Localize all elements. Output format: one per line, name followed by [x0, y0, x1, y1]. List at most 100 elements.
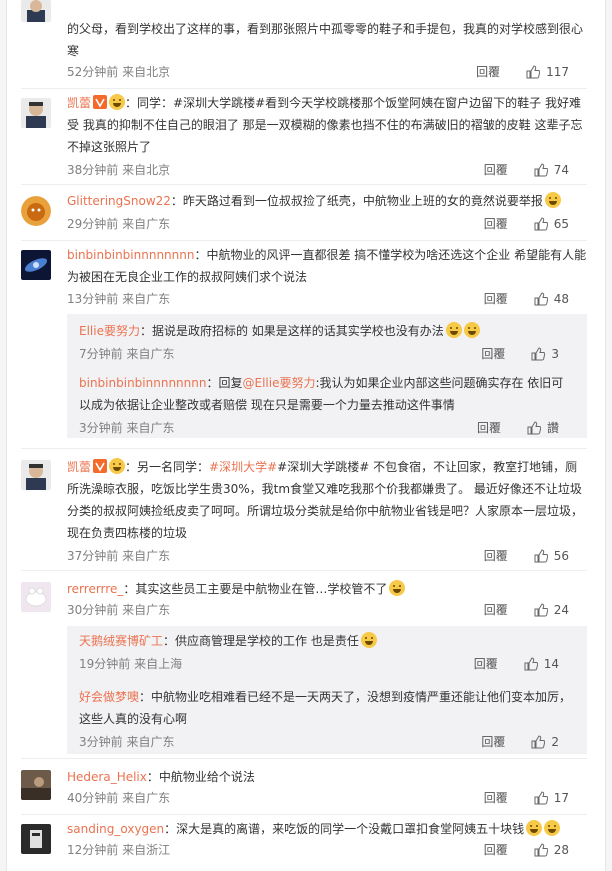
emoji-icon — [463, 322, 480, 338]
username-link[interactable]: Ellie要努力 — [79, 324, 140, 338]
comment-text: 凯蕾 ：另一名同学：#深圳大学##深圳大学跳楼# 不包食宿，不让回家，教室打地铺，… — [67, 458, 584, 540]
hashtag-link[interactable]: #深圳大学# — [209, 460, 277, 474]
username-link[interactable]: binbinbinbinnnnnnnn — [79, 376, 206, 390]
like-button[interactable]: 17 — [534, 788, 569, 808]
like-button[interactable]: 24 — [534, 600, 569, 620]
comment-meta: 52分钟前 来自北京 回覆 117 — [67, 62, 587, 82]
comment-text: 的父母，看到学校出了这样的事，看到那张照片中孤零零的鞋子和手提包，我真的对学校感… — [67, 22, 584, 58]
comment-item: 凯蕾 ：同学：#深圳大学跳楼#看到今天学校跳楼那个饭堂阿姨在窗户边留下的鞋子 我好… — [7, 88, 605, 184]
comment-time: 52分钟前 — [67, 65, 119, 79]
like-button[interactable]: 56 — [534, 546, 569, 566]
username-link[interactable]: sanding_oxygen — [67, 822, 164, 836]
thumb-up-icon — [534, 791, 548, 805]
reply-button[interactable]: 回覆 — [481, 732, 505, 752]
reply-meta: 3分钟前 来自广东 回覆 讚 — [79, 418, 573, 438]
reply-button[interactable]: 回覆 — [484, 546, 508, 566]
reply-button[interactable]: 回覆 — [484, 600, 508, 620]
comment-text: 凯蕾 ：同学：#深圳大学跳楼#看到今天学校跳楼那个饭堂阿姨在窗户边留下的鞋子 我好… — [67, 94, 583, 154]
comment-location: 来自北京 — [122, 163, 171, 177]
comment-location: 来自广东 — [122, 791, 171, 805]
comment-location: 来自广东 — [122, 603, 171, 617]
mention-link[interactable]: @Ellie要努力 — [242, 376, 315, 390]
like-button[interactable]: 28 — [534, 840, 569, 860]
reply-button[interactable]: 回覆 — [476, 62, 500, 82]
reply-location: 来自广东 — [126, 347, 175, 361]
user-avatar[interactable] — [21, 0, 51, 22]
reply-button[interactable]: 回覆 — [484, 160, 508, 180]
user-avatar[interactable] — [21, 460, 51, 490]
user-avatar[interactable] — [21, 250, 51, 280]
user-avatar[interactable] — [21, 196, 51, 226]
like-button[interactable]: 3 — [531, 344, 559, 364]
thumb-up-icon — [527, 421, 541, 435]
reply-location: 来自广东 — [126, 735, 175, 749]
reply-button[interactable]: 回覆 — [484, 840, 508, 860]
reply-meta: 19分钟前 来自上海 回覆 14 — [79, 654, 573, 674]
user-avatar[interactable] — [21, 98, 51, 128]
comment-actions: 回覆 117 — [476, 62, 569, 82]
thumb-up-icon — [534, 292, 548, 306]
reply-time: 3分钟前 — [79, 735, 123, 749]
reply-button[interactable]: 回覆 — [484, 289, 508, 309]
username-link[interactable]: binbinbinbinnnnnnnn — [67, 248, 194, 262]
comment-location: 来自广东 — [122, 292, 171, 306]
reply-item: 天鹅绒赛博矿工：供应商管理是学校的工作 也是责任 19分钟前 来自上海 回覆 1… — [67, 626, 587, 680]
thumb-up-icon — [531, 735, 546, 749]
username-link[interactable]: rerrerrre_ — [67, 582, 123, 596]
comment-list: 的父母，看到学校出了这样的事，看到那张照片中孤零零的鞋子和手提包，我真的对学校感… — [6, 0, 606, 871]
comment-time: 29分钟前 — [67, 217, 119, 231]
username-link[interactable]: GlitteringSnow22 — [67, 194, 171, 208]
like-button[interactable]: 48 — [534, 289, 569, 309]
username-link[interactable]: 天鹅绒赛博矿工 — [79, 634, 163, 648]
comment-location: 来自浙江 — [122, 843, 171, 857]
username-link[interactable]: 凯蕾 — [67, 96, 91, 110]
like-count: 65 — [553, 217, 569, 231]
like-button[interactable]: 14 — [524, 654, 559, 674]
user-avatar[interactable] — [21, 770, 51, 800]
reply-button[interactable]: 回覆 — [474, 654, 498, 674]
emoji-icon — [526, 820, 543, 836]
like-button[interactable]: 65 — [534, 214, 569, 234]
like-count: 讚 — [546, 421, 559, 435]
reply-button[interactable]: 回覆 — [481, 344, 505, 364]
thumb-up-icon — [531, 347, 546, 361]
comment-meta: 38分钟前 来自北京 回覆 74 — [67, 160, 587, 180]
comment-time: 40分钟前 — [67, 791, 119, 805]
comment-meta: 40分钟前 来自广东 回覆 17 — [67, 788, 587, 808]
user-avatar[interactable] — [21, 582, 51, 612]
like-button[interactable]: 117 — [526, 62, 569, 82]
like-count: 74 — [553, 163, 569, 177]
level-badge-icon — [109, 94, 126, 110]
user-avatar[interactable] — [21, 824, 51, 854]
thumb-up-icon — [526, 65, 541, 79]
comment-meta: 30分钟前 来自广东 回覆 24 — [67, 600, 587, 620]
like-button[interactable]: 讚 — [527, 418, 559, 438]
username-link[interactable]: Hedera_Helix — [67, 770, 147, 784]
comment-text: Hedera_Helix：中航物业给个说法 — [67, 770, 255, 784]
comment-item: sanding_oxygen：深大是真的离谱，来吃饭的同学一个没戴口罩扣食堂阿姨… — [7, 814, 605, 871]
emoji-icon — [544, 192, 561, 208]
thumb-up-icon — [534, 603, 548, 617]
comment-text: binbinbinbinnnnnnnn：中航物业的风评一直都很差 搞不懂学校为啥… — [67, 248, 587, 284]
comment-item: GlitteringSnow22：昨天路过看到一位叔叔捡了纸壳，中航物业上班的女… — [7, 184, 605, 240]
like-count: 28 — [553, 843, 569, 857]
level-badge-icon — [109, 458, 126, 474]
like-button[interactable]: 74 — [534, 160, 569, 180]
thumb-up-icon — [534, 843, 548, 857]
reply-button[interactable]: 回覆 — [477, 418, 501, 438]
reply-time: 7分钟前 — [79, 347, 123, 361]
comment-time: 38分钟前 — [67, 163, 119, 177]
username-link[interactable]: 凯蕾 — [67, 460, 91, 474]
reply-text: Ellie要努力：据说是政府招标的 如果是这样的话其实学校也没有办法 — [79, 320, 573, 342]
like-count: 3 — [551, 347, 559, 361]
comment-meta: 29分钟前 来自广东 回覆 65 — [67, 214, 587, 234]
like-count: 17 — [553, 791, 569, 805]
comment-location: 来自广东 — [122, 217, 171, 231]
like-button[interactable]: 2 — [531, 732, 559, 752]
reply-button[interactable]: 回覆 — [484, 788, 508, 808]
comment-actions: 回覆 28 — [484, 840, 569, 860]
comment-text: sanding_oxygen：深大是真的离谱，来吃饭的同学一个没戴口罩扣食堂阿姨… — [67, 818, 587, 840]
reply-button[interactable]: 回覆 — [484, 214, 508, 234]
username-link[interactable]: 好会做梦噢 — [79, 690, 139, 704]
reply-time: 19分钟前 — [79, 657, 131, 671]
